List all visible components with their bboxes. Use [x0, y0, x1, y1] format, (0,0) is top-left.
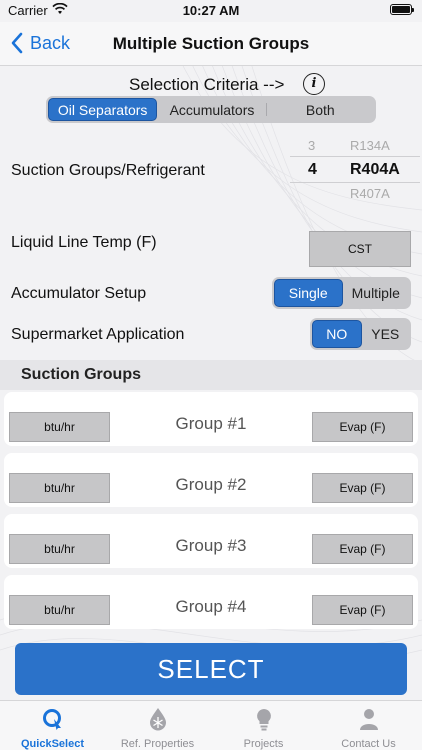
page-title: Multiple Suction Groups [112, 34, 310, 53]
selection-criteria-header: Selection Criteria --> i [0, 71, 422, 97]
accumulator-setup-toggle: Single Multiple [272, 277, 411, 309]
supermarket-application-toggle: NO YES [310, 318, 411, 350]
suction-groups-header: Suction Groups [0, 360, 422, 390]
navigation-bar: Back Multiple Suction Groups [0, 22, 422, 66]
option-single[interactable]: Single [274, 279, 343, 307]
tab-contact-us[interactable]: Contact Us [316, 705, 421, 750]
picker-number: 3 [308, 138, 316, 153]
liquid-line-temp-button[interactable]: CST [309, 231, 411, 267]
group-card-4: btu/hr Group #4 Evap (F) [4, 575, 418, 629]
tab-quickselect[interactable]: QuickSelect [0, 705, 105, 750]
segment-accumulators[interactable]: Accumulators [158, 98, 265, 121]
tab-label: Contact Us [341, 738, 396, 750]
option-yes[interactable]: YES [362, 320, 410, 348]
picker-number: 4 [308, 161, 317, 178]
tab-bar: QuickSelect Ref. Properties Projects Con… [0, 700, 422, 750]
suction-groups-refrigerant-label: Suction Groups/Refrigerant [11, 162, 205, 179]
info-icon[interactable]: i [303, 73, 325, 95]
selection-criteria-label: Selection Criteria --> [129, 75, 285, 94]
snowflake-drop-icon [149, 708, 166, 731]
segment-oil-separators[interactable]: Oil Separators [48, 98, 158, 121]
evap-button[interactable]: Evap (F) [312, 473, 413, 503]
picker-selection-line [290, 156, 420, 157]
tab-projects[interactable]: Projects [211, 705, 316, 750]
suction-groups-refrigerant-picker[interactable]: 3 R134A 4 R404A R407A [290, 136, 420, 202]
liquid-line-temp-label: Liquid Line Temp (F) [11, 234, 157, 251]
select-button[interactable]: SELECT [15, 643, 407, 695]
tab-ref-properties[interactable]: Ref. Properties [105, 705, 210, 750]
group-card-3: btu/hr Group #3 Evap (F) [4, 514, 418, 568]
evap-button[interactable]: Evap (F) [312, 595, 413, 625]
picker-selection-line [290, 182, 420, 183]
status-bar: Carrier 10:27 AM [0, 0, 422, 22]
quickselect-icon [42, 709, 61, 730]
segment-both[interactable]: Both [267, 98, 374, 121]
picker-refrigerant: R407A [350, 186, 390, 201]
evap-button[interactable]: Evap (F) [312, 534, 413, 564]
evap-button[interactable]: Evap (F) [312, 412, 413, 442]
tab-label: QuickSelect [21, 738, 84, 750]
tab-label: Ref. Properties [120, 738, 195, 750]
criteria-segmented-control: Oil Separators Accumulators Both [46, 96, 376, 123]
suction-groups-title: Suction Groups [21, 366, 141, 383]
battery-icon [390, 4, 414, 15]
tab-label: Projects [243, 738, 284, 750]
supermarket-application-label: Supermarket Application [11, 326, 185, 343]
option-multiple[interactable]: Multiple [343, 279, 410, 307]
picker-refrigerant: R404A [350, 161, 400, 178]
person-icon [359, 709, 378, 730]
lightbulb-icon [256, 709, 271, 731]
group-card-1: btu/hr Group #1 Evap (F) [4, 392, 418, 446]
group-card-2: btu/hr Group #2 Evap (F) [4, 453, 418, 507]
status-time: 10:27 AM [182, 3, 240, 18]
accumulator-setup-label: Accumulator Setup [11, 285, 147, 302]
option-no[interactable]: NO [312, 320, 362, 348]
picker-refrigerant: R134A [350, 138, 390, 153]
